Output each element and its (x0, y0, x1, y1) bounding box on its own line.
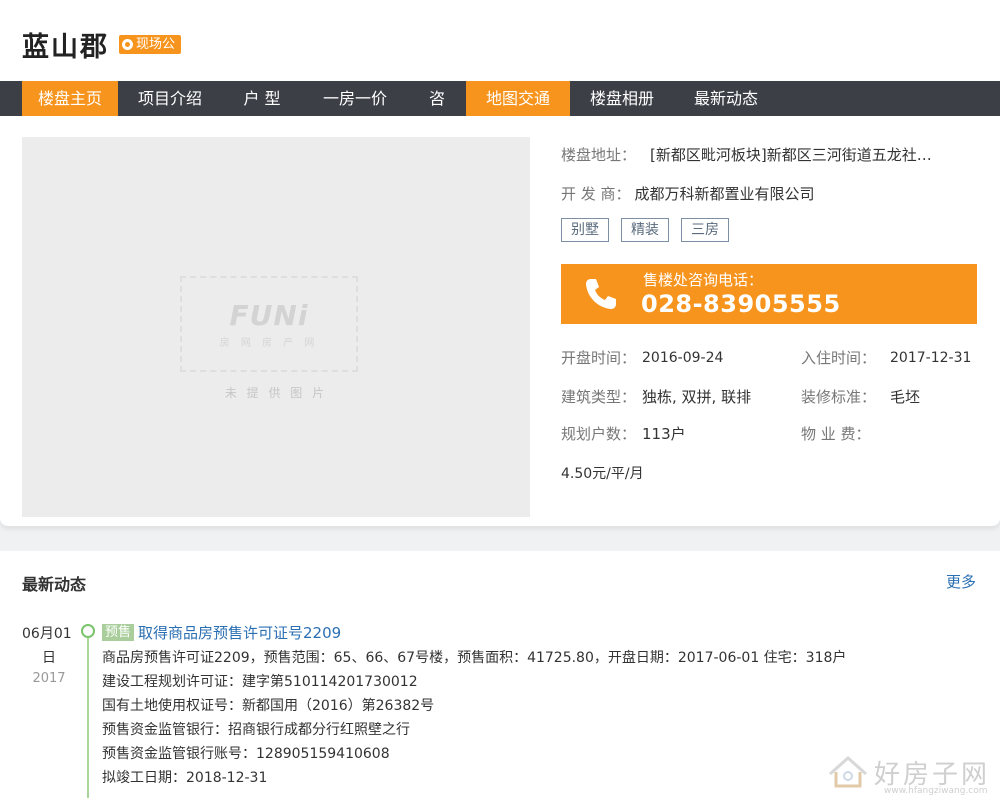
news-line: 建设工程规划许可证：建字第510114201730012 (102, 674, 418, 690)
news-line: 拟竣工日期：2018-12-31 (102, 770, 268, 786)
move-in-label: 入住时间： (801, 349, 877, 367)
property-summary-card: 蓝山郡 现场公 楼盘主页 项目介绍 户 型 一房一价 咨询 地图交通 楼盘相册 … (0, 0, 1000, 526)
presale-tag: 预售 (102, 624, 135, 641)
building-type-row: 建筑类型： 独栋, 双拼, 联排 (561, 387, 751, 407)
move-in-row: 入住时间： 2017-12-31 (801, 348, 971, 368)
property-fee-label: 物 业 费： (801, 425, 871, 443)
planned-units-row: 规划户数： 113户 (561, 424, 686, 444)
tag-three-bedroom: 三房 (681, 218, 729, 242)
placeholder-logo-sub: 房 网 房 产 网 (219, 338, 319, 349)
property-fee-value-row: 4.50元/平/月 (561, 464, 644, 484)
site-watermark: 好房子网 www.hfangziwang.com (826, 752, 1000, 798)
onsite-badge-label: 现场公 (136, 36, 176, 52)
news-section-title: 最新动态 (22, 575, 87, 594)
news-line: 预售资金监管银行：招商银行成都分行红照壁之行 (102, 722, 410, 738)
news-date-month-day: 06月01 (22, 626, 72, 642)
timeline-dot-icon (81, 624, 95, 638)
onsite-badge[interactable]: 现场公 (119, 34, 182, 54)
developer-row: 开 发 商： 成都万科新都置业有限公司 (561, 184, 815, 204)
tag-finished: 精装 (621, 218, 669, 242)
developer-label: 开 发 商： (561, 185, 631, 203)
property-fee-value: 4.50元/平/月 (561, 466, 644, 482)
news-item-head: 预售 取得商品房预售许可证号2209 (102, 622, 341, 643)
nav-floor-plans[interactable]: 户 型 (222, 81, 302, 116)
open-date-value: 2016-09-24 (642, 350, 724, 366)
property-details: 开盘时间： 2016-09-24 入住时间： 2017-12-31 建筑类型： … (561, 346, 977, 496)
news-line: 国有土地使用权证号：新都国用（2016）第26382号 (102, 698, 435, 714)
nav-latest-news[interactable]: 最新动态 (674, 81, 778, 116)
placeholder-logo: FUNi 房 网 房 产 网 (180, 276, 358, 372)
no-image-caption: 未 提 供 图 片 (224, 386, 328, 400)
decoration-value: 毛坯 (890, 388, 921, 406)
news-item-body: 商品房预售许可证2209，预售范围：65、66、67号楼，预售面积：41725.… (102, 646, 846, 790)
address-row: 楼盘地址： [新都区毗河板块]新都区三河街道五龙社… (561, 145, 968, 165)
sales-phone-label: 售楼处咨询电话： (643, 271, 764, 289)
main-nav: 楼盘主页 项目介绍 户 型 一房一价 咨询 地图交通 楼盘相册 最新动态 (0, 81, 1000, 143)
nav-home[interactable]: 楼盘主页 (22, 81, 118, 116)
timeline-line (87, 631, 89, 798)
open-date-row: 开盘时间： 2016-09-24 (561, 348, 723, 368)
tag-villa: 别墅 (561, 218, 609, 242)
decoration-label: 装修标准： (801, 388, 877, 406)
news-headline-link[interactable]: 取得商品房预售许可证号2209 (138, 622, 341, 643)
page-title: 蓝山郡 (22, 31, 109, 63)
planned-units-label: 规划户数： (561, 425, 637, 443)
property-tags: 别墅 精装 三房 (561, 218, 741, 242)
onsite-icon (122, 38, 133, 50)
placeholder-logo-text: FUNi (229, 299, 309, 332)
phone-icon (586, 279, 616, 309)
decoration-row: 装修标准： 毛坯 (801, 387, 920, 407)
news-date-day-suffix: 日 (42, 650, 56, 666)
property-photo-placeholder[interactable]: FUNi 房 网 房 产 网 未 提 供 图 片 (22, 137, 530, 517)
building-type-label: 建筑类型： (561, 388, 637, 406)
news-more-link[interactable]: 更多 (946, 571, 976, 592)
sales-phone-bar[interactable]: 售楼处咨询电话： 028-83905555 (561, 264, 977, 324)
property-fee-row: 物 业 费： (801, 424, 871, 444)
nav-photo-album[interactable]: 楼盘相册 (570, 81, 674, 116)
building-type-value: 独栋, 双拼, 联排 (642, 388, 752, 406)
news-line: 商品房预售许可证2209，预售范围：65、66、67号楼，预售面积：41725.… (102, 650, 847, 666)
move-in-value: 2017-12-31 (890, 350, 972, 366)
address-label: 楼盘地址： (561, 146, 637, 164)
nav-unit-prices[interactable]: 一房一价 (302, 81, 408, 116)
watermark-url: www.hfangziwang.com (884, 786, 988, 796)
house-logo-icon (829, 755, 867, 788)
page-header: 蓝山郡 现场公 (22, 24, 182, 64)
open-date-label: 开盘时间： (561, 349, 637, 367)
sales-phone-number[interactable]: 028-83905555 (641, 290, 841, 318)
planned-units-value: 113户 (642, 425, 686, 443)
nav-map-transport[interactable]: 地图交通 (466, 81, 570, 116)
nav-consult[interactable]: 咨询 (408, 81, 466, 143)
address-value[interactable]: [新都区毗河板块]新都区三河街道五龙社… (650, 145, 968, 165)
news-date-year: 2017 (32, 671, 66, 686)
nav-project-intro[interactable]: 项目介绍 (118, 81, 222, 116)
news-line: 预售资金监管银行账号：128905159410608 (102, 746, 390, 762)
developer-value: 成都万科新都置业有限公司 (634, 185, 815, 203)
